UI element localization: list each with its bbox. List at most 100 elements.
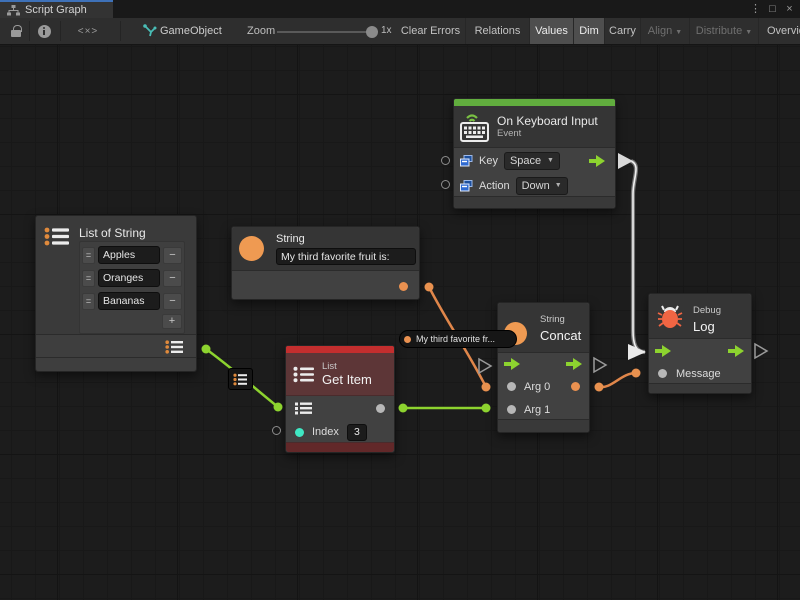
key-dropdown[interactable]: Space ▼ bbox=[504, 152, 560, 170]
drag-handle[interactable]: = bbox=[82, 293, 95, 310]
node-category: List bbox=[322, 361, 372, 372]
arg0-label: Arg 0 bbox=[524, 381, 550, 393]
input-binding-icon bbox=[460, 180, 473, 192]
node-concat[interactable]: String Concat Arg 0 Arg 1 bbox=[497, 302, 590, 433]
item-output-port[interactable] bbox=[376, 404, 385, 413]
node-debug-log[interactable]: Debug Log Message bbox=[648, 293, 752, 394]
flow-output-port[interactable] bbox=[589, 155, 606, 167]
index-port-outer-ring[interactable] bbox=[272, 426, 281, 435]
chevron-down-icon: ▼ bbox=[675, 29, 682, 36]
code-view-icon: <×> bbox=[78, 26, 99, 37]
input-binding-icon bbox=[460, 155, 473, 167]
string-value-dot bbox=[404, 336, 411, 343]
list-output-port[interactable] bbox=[165, 340, 184, 354]
zoom-slider-track[interactable] bbox=[277, 31, 367, 33]
list-icon bbox=[44, 227, 71, 246]
node-list-of-string[interactable]: List of String = Apples − = Oranges − = … bbox=[35, 215, 197, 372]
drag-handle[interactable]: = bbox=[82, 270, 95, 287]
node-footer bbox=[286, 442, 394, 452]
result-output-port[interactable] bbox=[571, 382, 580, 391]
wire-value-text: My third favorite fr... bbox=[416, 334, 495, 344]
index-value-field[interactable]: 3 bbox=[347, 424, 367, 441]
index-input-port[interactable] bbox=[295, 428, 304, 437]
lock-button[interactable] bbox=[4, 18, 28, 44]
list-input-port[interactable] bbox=[295, 402, 312, 415]
remove-item-button[interactable]: − bbox=[163, 293, 182, 310]
list-item-field[interactable]: Apples bbox=[98, 246, 160, 264]
gameobject-label[interactable]: GameObject bbox=[160, 18, 222, 44]
arg1-input-port[interactable] bbox=[507, 405, 516, 414]
string-output-port[interactable] bbox=[399, 282, 408, 291]
node-title: Get Item bbox=[322, 372, 372, 387]
overview-button[interactable]: Overview bbox=[758, 18, 800, 44]
graph-canvas[interactable]: On Keyboard Input Event Key Space ▼ bbox=[0, 45, 800, 600]
carry-button[interactable]: Carry bbox=[604, 18, 640, 44]
graph-icon bbox=[7, 5, 20, 16]
menu-icon[interactable]: ⋮ bbox=[747, 0, 764, 18]
info-button[interactable] bbox=[32, 18, 56, 44]
tab-title: Script Graph bbox=[25, 4, 87, 16]
node-category: String bbox=[540, 314, 565, 325]
node-title: Log bbox=[693, 319, 715, 334]
string-type-icon bbox=[239, 236, 264, 261]
relations-button[interactable]: Relations bbox=[465, 18, 529, 44]
flow-input-port[interactable] bbox=[504, 358, 521, 370]
gameobject-icon bbox=[140, 18, 158, 44]
window-controls: ⋮ □ × bbox=[747, 0, 798, 18]
graph-toolbar: <×> GameObject Zoom 1x Clear Errors Rela… bbox=[0, 18, 800, 45]
align-dropdown[interactable]: Align ▼ bbox=[640, 18, 689, 44]
tab-script-graph[interactable]: Script Graph bbox=[0, 0, 113, 18]
title-bar: Script Graph ⋮ □ × bbox=[0, 0, 800, 18]
align-label: Align bbox=[648, 25, 672, 37]
keyboard-icon bbox=[459, 110, 491, 144]
flow-input-port[interactable] bbox=[655, 345, 672, 357]
node-get-item[interactable]: List Get Item Index 3 bbox=[285, 345, 395, 453]
chevron-down-icon: ▼ bbox=[547, 157, 554, 164]
string-value-field[interactable]: My third favorite fruit is: bbox=[276, 248, 416, 265]
clear-errors-button[interactable]: Clear Errors bbox=[396, 18, 465, 44]
maximize-icon[interactable]: □ bbox=[764, 0, 781, 18]
zoom-label: Zoom bbox=[247, 18, 275, 44]
flow-output-port[interactable] bbox=[566, 358, 583, 370]
node-title: Concat bbox=[540, 328, 581, 343]
wire-value-preview: My third favorite fr... bbox=[399, 330, 517, 348]
values-toggle-button[interactable]: Values bbox=[529, 18, 573, 44]
remove-item-button[interactable]: − bbox=[163, 247, 182, 264]
list-item-field[interactable]: Bananas bbox=[98, 292, 160, 310]
zoom-slider-knob[interactable] bbox=[366, 26, 378, 38]
inline-list-editor: = Apples − = Oranges − = Bananas − + bbox=[79, 241, 185, 334]
key-port-label: Key bbox=[479, 155, 498, 167]
dim-toggle-button[interactable]: Dim bbox=[573, 18, 604, 44]
info-icon bbox=[38, 25, 51, 38]
add-item-button[interactable]: + bbox=[162, 314, 182, 329]
node-footer bbox=[498, 419, 589, 432]
distribute-dropdown[interactable]: Distribute ▼ bbox=[689, 18, 758, 44]
arg0-input-port[interactable] bbox=[507, 382, 516, 391]
close-icon[interactable]: × bbox=[781, 0, 798, 18]
message-input-port[interactable] bbox=[658, 369, 667, 378]
code-view-button[interactable]: <×> bbox=[62, 18, 114, 44]
chevron-down-icon: ▼ bbox=[555, 182, 562, 189]
toolbar-separator bbox=[120, 21, 121, 41]
node-title: On Keyboard Input bbox=[497, 114, 598, 128]
node-string-literal[interactable]: String My third favorite fruit is: bbox=[231, 226, 420, 300]
key-input-port[interactable] bbox=[441, 156, 450, 165]
error-color-bar bbox=[286, 346, 394, 353]
remove-item-button[interactable]: − bbox=[163, 270, 182, 287]
node-on-keyboard-input[interactable]: On Keyboard Input Event Key Space ▼ bbox=[453, 98, 616, 209]
drag-handle[interactable]: = bbox=[82, 247, 95, 264]
list-item-field[interactable]: Oranges bbox=[98, 269, 160, 287]
lock-icon bbox=[11, 30, 21, 37]
action-dropdown[interactable]: Down ▼ bbox=[516, 177, 568, 195]
toolbar-separator bbox=[60, 21, 61, 41]
key-value: Space bbox=[510, 155, 541, 167]
zoom-value: 1x bbox=[381, 18, 392, 44]
wire-list-preview bbox=[228, 368, 253, 390]
node-subtitle: Event bbox=[497, 128, 598, 139]
node-footer bbox=[36, 357, 196, 371]
arg1-label: Arg 1 bbox=[524, 404, 550, 416]
flow-output-port[interactable] bbox=[728, 345, 745, 357]
action-input-port[interactable] bbox=[441, 180, 450, 189]
list-output-row bbox=[36, 334, 196, 358]
chevron-down-icon: ▼ bbox=[745, 29, 752, 36]
